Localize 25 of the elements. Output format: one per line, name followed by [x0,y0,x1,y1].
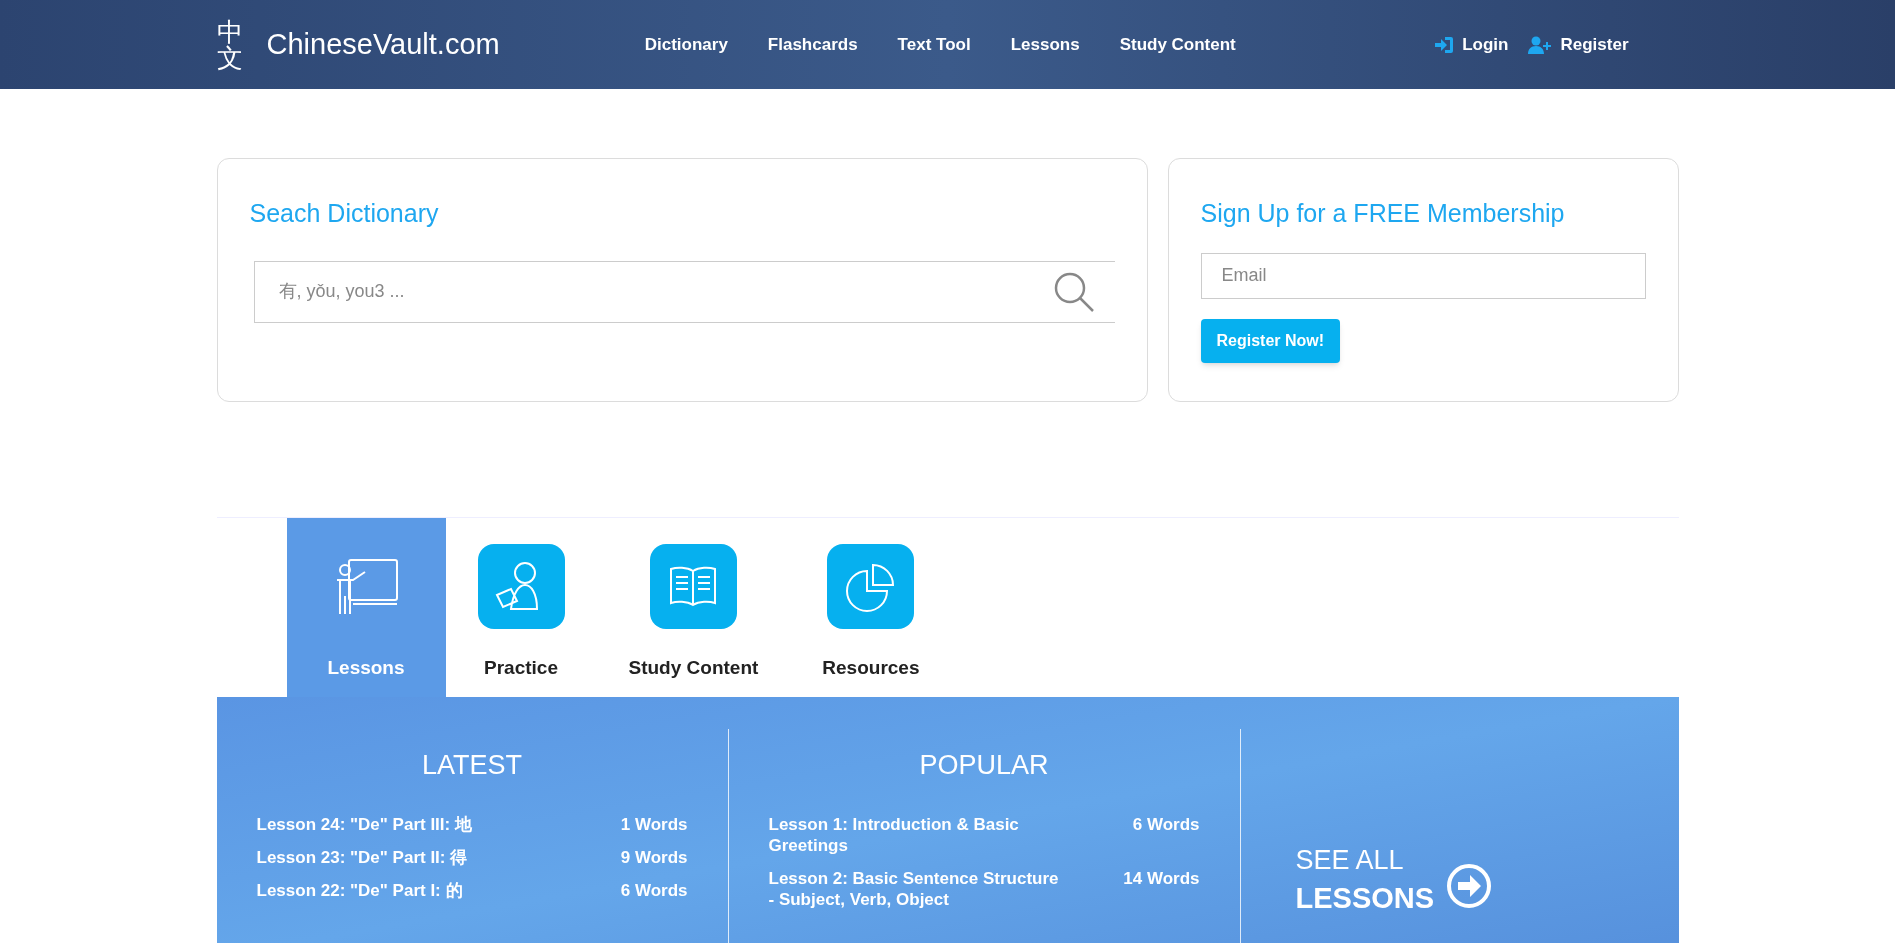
nav-link[interactable]: Text Tool [897,31,971,58]
word-count: 14 Words [1123,867,1200,890]
email-field[interactable]: Email [1200,252,1646,299]
nav-link[interactable]: Dictionary [644,31,728,58]
word-count: 9 Words [620,846,688,868]
category-tab[interactable]: Practice [445,518,597,697]
word-count: 6 Words [1132,813,1200,836]
nav-link[interactable]: Lessons [1010,31,1080,58]
category-tab[interactable]: Resources [790,518,952,697]
column-title: LATEST [421,749,523,782]
category-tab[interactable]: Study Content [596,518,791,697]
search-field[interactable]: 有, yǒu, you3 ... [253,260,1115,323]
card-title: Sign Up for a FREE Membership [1200,198,1566,229]
nav-link[interactable]: Study Content [1119,31,1236,58]
register-link[interactable]: Register [1528,31,1629,58]
word-count: 1 Words [620,813,688,835]
search-icon[interactable] [1052,270,1095,313]
arrow-circle-icon [1446,863,1493,909]
column-title: POPULAR [918,749,1050,782]
word-count: 6 Words [620,879,688,901]
add-user-icon [1528,35,1553,54]
login-icon [1434,35,1455,54]
nav-link[interactable]: Flashcards [767,31,858,58]
login-link[interactable]: Login [1434,31,1509,58]
card-title: Seach Dictionary [249,198,440,229]
